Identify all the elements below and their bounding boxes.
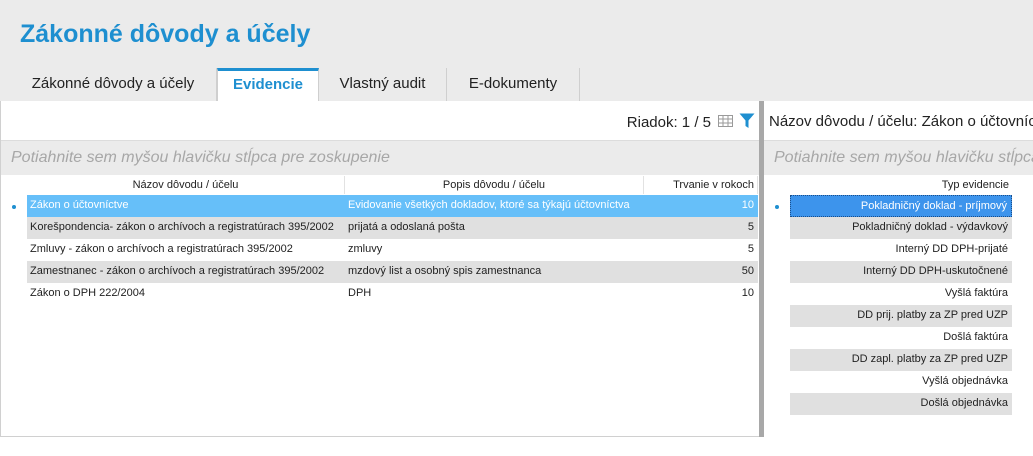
cell-description: Evidovanie všetkých dokladov, ktoré sa t… <box>348 199 630 211</box>
cell-years: 5 <box>747 243 754 255</box>
cell-description: zmluvy <box>348 243 383 255</box>
cell-name: Zamestnanec - zákon o archívoch a regist… <box>30 265 325 277</box>
cell-name: Zákon o DPH 222/2004 <box>30 287 145 299</box>
current-row-indicator <box>12 205 16 209</box>
record-type-label: Vyšlá objednávka <box>922 375 1008 387</box>
list-item[interactable]: Došlá objednávka <box>790 393 1012 415</box>
list-item[interactable]: Pokladničný doklad - príjmový <box>790 195 1012 217</box>
list-item[interactable]: Interný DD DPH-prijaté <box>790 239 1012 261</box>
group-by-panel[interactable]: Potiahnite sem myšou hlavičku stĺpca pre… <box>764 141 1033 175</box>
page-title: Zákonné dôvody a účely <box>20 20 311 48</box>
cell-description: prijatá a odoslaná pošta <box>348 221 465 233</box>
column-header-name[interactable]: Názov dôvodu / účelu <box>27 176 345 194</box>
list-item[interactable]: DD zapl. platby za ZP pred UZP <box>790 349 1012 371</box>
list-item[interactable]: Interný DD DPH-uskutočnené <box>790 261 1012 283</box>
cell-name: Zmluvy - zákon o archívoch a registratúr… <box>30 243 293 255</box>
cell-description: mzdový list a osobný spis zamestnanca <box>348 265 542 277</box>
list-item[interactable]: DD prij. platby za ZP pred UZP <box>790 305 1012 327</box>
cell-years: 10 <box>741 287 754 299</box>
record-type-label: Interný DD DPH-uskutočnené <box>863 265 1008 277</box>
table-row[interactable]: Zamestnanec - zákon o archívoch a regist… <box>27 261 758 283</box>
reasons-grid: Riadok: 1 / 5 Potiahnite sem myšou hlavi… <box>0 101 759 437</box>
record-type-label: Došlá faktúra <box>943 331 1008 343</box>
record-types-grid: Názov dôvodu / účelu: Zákon o účtovníctv… <box>764 101 1033 437</box>
row-counter: Riadok: 1 / 5 <box>626 114 711 131</box>
app-window: Zákonné dôvody a účely Zákonné dôvody a … <box>0 0 1033 456</box>
list-item[interactable]: Pokladničný doklad - výdavkový <box>790 217 1012 239</box>
cell-description: DPH <box>348 287 372 299</box>
grid-toolbar: Riadok: 1 / 5 <box>1 101 759 141</box>
current-row-indicator <box>775 205 779 209</box>
filter-icon[interactable] <box>739 113 755 129</box>
tab-e-documents[interactable]: E-dokumenty <box>447 68 580 101</box>
table-row[interactable]: Zákon o DPH 222/2004 DPH 10 <box>27 283 758 305</box>
column-header-years[interactable]: Trvanie v rokoch <box>644 176 758 194</box>
table-row[interactable]: Korešpondencia- zákon o archívoch a regi… <box>27 217 758 239</box>
group-by-hint: Potiahnite sem myšou hlavičku stĺpca pre… <box>11 149 390 166</box>
list-item[interactable]: Došlá faktúra <box>790 327 1012 349</box>
record-type-label: Došlá objednávka <box>920 397 1008 409</box>
record-type-label: DD zapl. platby za ZP pred UZP <box>851 353 1008 365</box>
group-by-panel[interactable]: Potiahnite sem myšou hlavičku stĺpca pre… <box>1 141 759 175</box>
header: Zákonné dôvody a účely Zákonné dôvody a … <box>0 0 1033 101</box>
tab-bar: Zákonné dôvody a účely Evidencie Vlastný… <box>0 68 1033 101</box>
list-item[interactable]: Vyšlá faktúra <box>790 283 1012 305</box>
table-row[interactable]: Zmluvy - zákon o archívoch a registratúr… <box>27 239 758 261</box>
list-item[interactable]: Vyšlá objednávka <box>790 371 1012 393</box>
cell-name: Korešpondencia- zákon o archívoch a regi… <box>30 221 334 233</box>
group-by-hint: Potiahnite sem myšou hlavičku stĺpca pre… <box>774 149 1033 166</box>
active-filter-label: Názov dôvodu / účelu: Zákon o účtovníctv… <box>769 113 1033 130</box>
detail-toolbar: Názov dôvodu / účelu: Zákon o účtovníctv… <box>764 101 1033 141</box>
record-type-label: Interný DD DPH-prijaté <box>895 243 1008 255</box>
table-row[interactable]: Zákon o účtovníctve Evidovanie všetkých … <box>27 195 758 217</box>
column-header-description[interactable]: Popis dôvodu / účelu <box>345 176 644 194</box>
grid-icon[interactable] <box>718 115 733 127</box>
record-type-label: Vyšlá faktúra <box>944 287 1008 299</box>
tab-records[interactable]: Evidencie <box>217 68 319 101</box>
cell-years: 50 <box>741 265 754 277</box>
cell-years: 5 <box>747 221 754 233</box>
column-header-record-type[interactable]: Typ evidencie <box>790 176 1012 194</box>
tab-own-audit[interactable]: Vlastný audit <box>319 68 447 101</box>
tab-legal-reasons[interactable]: Zákonné dôvody a účely <box>10 68 217 101</box>
cell-years: 10 <box>741 199 754 211</box>
record-type-label: Pokladničný doklad - príjmový <box>860 200 1007 212</box>
record-type-label: Pokladničný doklad - výdavkový <box>852 221 1008 233</box>
cell-name: Zákon o účtovníctve <box>30 199 129 211</box>
record-type-label: DD prij. platby za ZP pred UZP <box>857 309 1008 321</box>
